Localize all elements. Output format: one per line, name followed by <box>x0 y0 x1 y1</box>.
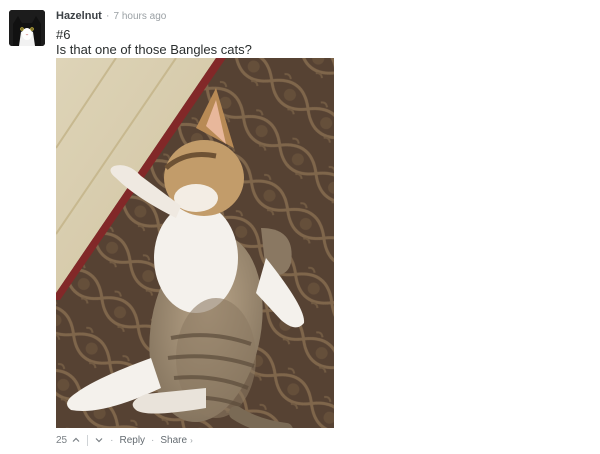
comment: Hazelnut · 7 hours ago #6 Is that one of… <box>0 0 600 454</box>
vote-divider <box>87 434 89 446</box>
comment-line-1: #6 <box>56 27 71 42</box>
vote-count: 25 <box>56 434 68 446</box>
comment-body: #6 Is that one of those Bangles cats? <box>56 27 252 57</box>
chevron-down-icon[interactable] <box>94 435 104 445</box>
footer-separator: · <box>151 434 155 446</box>
comment-line-2: Is that one of those Bangles cats? <box>56 42 252 57</box>
chevron-right-icon: › <box>190 435 193 445</box>
comment-header: Hazelnut · 7 hours ago <box>56 10 166 26</box>
chevron-up-icon[interactable] <box>71 435 81 445</box>
author-name[interactable]: Hazelnut <box>56 10 102 22</box>
reply-link[interactable]: Reply <box>119 435 145 446</box>
header-separator: · <box>105 10 110 22</box>
footer-separator: · <box>110 434 114 446</box>
share-link[interactable]: Share <box>160 435 187 446</box>
timestamp[interactable]: 7 hours ago <box>114 11 167 22</box>
avatar[interactable] <box>9 10 45 46</box>
comment-image[interactable] <box>56 58 334 428</box>
comment-footer: 25 · Reply · Share › <box>56 433 193 447</box>
